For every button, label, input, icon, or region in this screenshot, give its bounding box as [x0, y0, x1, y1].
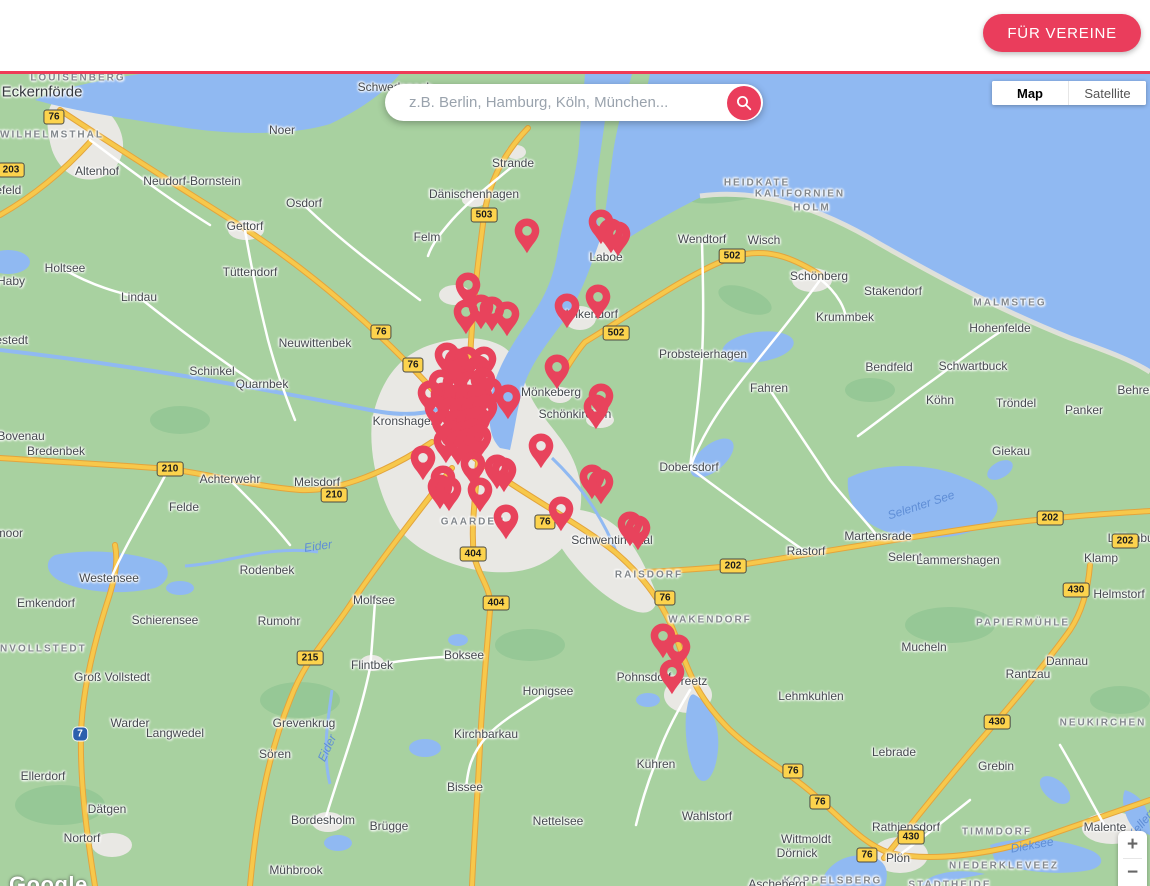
map-basemap	[0, 74, 1150, 886]
search-bar	[385, 84, 763, 121]
map-pin[interactable]	[491, 457, 517, 493]
page: LOUISENBERGWILHELMSTHALHEIDKATEKALIFORNI…	[0, 0, 1150, 886]
map-canvas[interactable]	[0, 74, 1150, 886]
search-input[interactable]	[407, 93, 727, 112]
map-pin[interactable]	[467, 477, 493, 513]
map-pin[interactable]	[625, 515, 651, 551]
map-pin[interactable]	[659, 659, 685, 695]
search-icon	[736, 95, 752, 111]
search-button[interactable]	[727, 86, 761, 120]
fuer-vereine-button[interactable]: FÜR VEREINE	[983, 14, 1141, 52]
map-type-satellite-button[interactable]: Satellite	[1069, 81, 1146, 105]
map-type-map-button[interactable]: Map	[992, 81, 1069, 105]
map-pin[interactable]	[493, 504, 519, 540]
site-header: FÜR VEREINE	[0, 0, 1150, 74]
map-pin[interactable]	[548, 496, 574, 532]
map-type-control: Map Satellite	[992, 81, 1146, 105]
map-pin[interactable]	[436, 476, 462, 512]
google-logo[interactable]: Google	[9, 872, 88, 886]
map-pin[interactable]	[528, 433, 554, 469]
zoom-control: + −	[1118, 831, 1147, 886]
map-pin[interactable]	[494, 301, 520, 337]
map-pin[interactable]	[495, 384, 521, 420]
map-pin[interactable]	[544, 354, 570, 390]
map-pin[interactable]	[585, 284, 611, 320]
map-pin[interactable]	[554, 293, 580, 329]
map-pin[interactable]	[605, 221, 631, 257]
map-pin[interactable]	[583, 394, 609, 430]
map-pin[interactable]	[514, 218, 540, 254]
zoom-in-button[interactable]: +	[1118, 831, 1147, 858]
map-pin[interactable]	[588, 469, 614, 505]
zoom-out-button[interactable]: −	[1118, 859, 1147, 886]
